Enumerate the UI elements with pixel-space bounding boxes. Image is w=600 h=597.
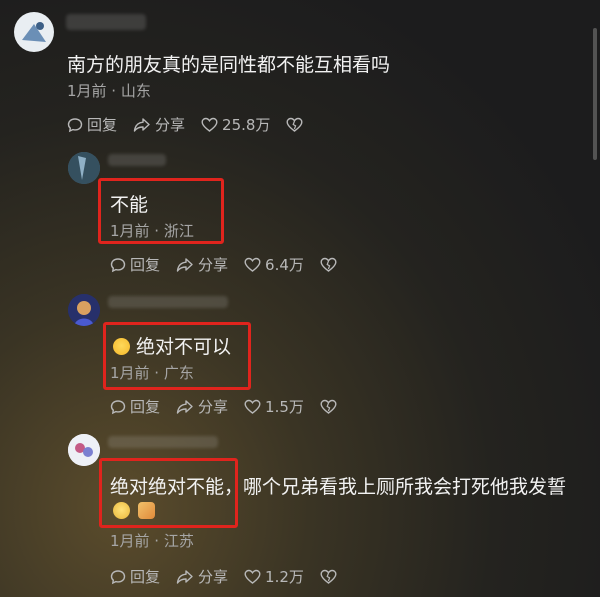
- like-count: 1.2万: [265, 568, 304, 586]
- crying-laugh-emoji-icon: [113, 338, 130, 355]
- comment-actions: 回复 分享 1.5万: [110, 396, 337, 417]
- broken-heart-icon: [320, 257, 337, 272]
- reply-label: 回复: [87, 116, 118, 134]
- comment-meta: 1月前 · 江苏: [110, 532, 194, 550]
- sad-face-emoji-icon: [113, 502, 130, 519]
- avatar[interactable]: [68, 294, 100, 326]
- dislike-button[interactable]: [320, 569, 337, 585]
- username-blurred: [108, 296, 228, 308]
- emoji-row: [113, 502, 155, 519]
- reply-label: 回复: [130, 398, 161, 416]
- username-blurred: [108, 154, 166, 166]
- like-button[interactable]: 6.4万: [244, 254, 304, 275]
- avatar[interactable]: [68, 152, 100, 184]
- share-label: 分享: [198, 568, 229, 586]
- share-label: 分享: [198, 256, 229, 274]
- dislike-button[interactable]: [286, 117, 303, 133]
- username-blurred: [66, 14, 146, 30]
- reply-icon: [110, 569, 126, 584]
- share-label: 分享: [198, 398, 229, 416]
- heart-icon: [244, 257, 261, 272]
- reply-icon: [110, 257, 126, 272]
- share-icon: [176, 257, 193, 272]
- comment-meta: 1月前 · 山东: [67, 82, 151, 100]
- comment-text: 绝对绝对不能，哪个兄弟看我上厕所我会打死他我发誓: [110, 476, 567, 498]
- share-icon: [176, 569, 193, 584]
- share-button[interactable]: 分享: [176, 566, 228, 587]
- comment-meta: 1月前 · 广东: [110, 364, 194, 382]
- reply-button[interactable]: 回复: [110, 396, 160, 417]
- comment-text: 不能: [110, 194, 149, 216]
- avatar[interactable]: [68, 434, 100, 466]
- scrollbar[interactable]: [593, 28, 597, 160]
- like-button[interactable]: 1.5万: [244, 396, 304, 417]
- heart-icon: [244, 569, 261, 584]
- reply-label: 回复: [130, 256, 161, 274]
- dislike-button[interactable]: [320, 399, 337, 415]
- share-icon: [176, 399, 193, 414]
- reply-icon: [110, 399, 126, 414]
- heart-icon: [201, 117, 218, 132]
- comment-text: 南方的朋友真的是同性都不能互相看吗: [67, 54, 391, 76]
- fist-emoji-icon: [138, 502, 155, 519]
- share-button[interactable]: 分享: [176, 396, 228, 417]
- reply-button[interactable]: 回复: [110, 254, 160, 275]
- avatar[interactable]: [14, 12, 54, 52]
- like-count: 25.8万: [222, 116, 271, 134]
- like-button[interactable]: 1.2万: [244, 566, 304, 587]
- like-count: 6.4万: [265, 256, 304, 274]
- broken-heart-icon: [286, 117, 303, 132]
- username-blurred: [108, 436, 218, 448]
- heart-icon: [244, 399, 261, 414]
- share-icon: [133, 117, 150, 132]
- like-count: 1.5万: [265, 398, 304, 416]
- share-button[interactable]: 分享: [176, 254, 228, 275]
- comment-text-body: 绝对不可以: [136, 336, 232, 358]
- share-label: 分享: [155, 116, 186, 134]
- comment-actions: 回复 分享 25.8万: [67, 114, 303, 135]
- comment-text: 绝对不可以: [113, 332, 231, 359]
- broken-heart-icon: [320, 399, 337, 414]
- dislike-button[interactable]: [320, 257, 337, 273]
- reply-label: 回复: [130, 568, 161, 586]
- like-button[interactable]: 25.8万: [201, 114, 270, 135]
- share-button[interactable]: 分享: [133, 114, 185, 135]
- comment-actions: 回复 分享 6.4万: [110, 254, 337, 275]
- comment-actions: 回复 分享 1.2万: [110, 566, 337, 587]
- broken-heart-icon: [320, 569, 337, 584]
- reply-button[interactable]: 回复: [110, 566, 160, 587]
- reply-icon: [67, 117, 83, 132]
- reply-button[interactable]: 回复: [67, 114, 117, 135]
- comment-meta: 1月前 · 浙江: [110, 222, 194, 240]
